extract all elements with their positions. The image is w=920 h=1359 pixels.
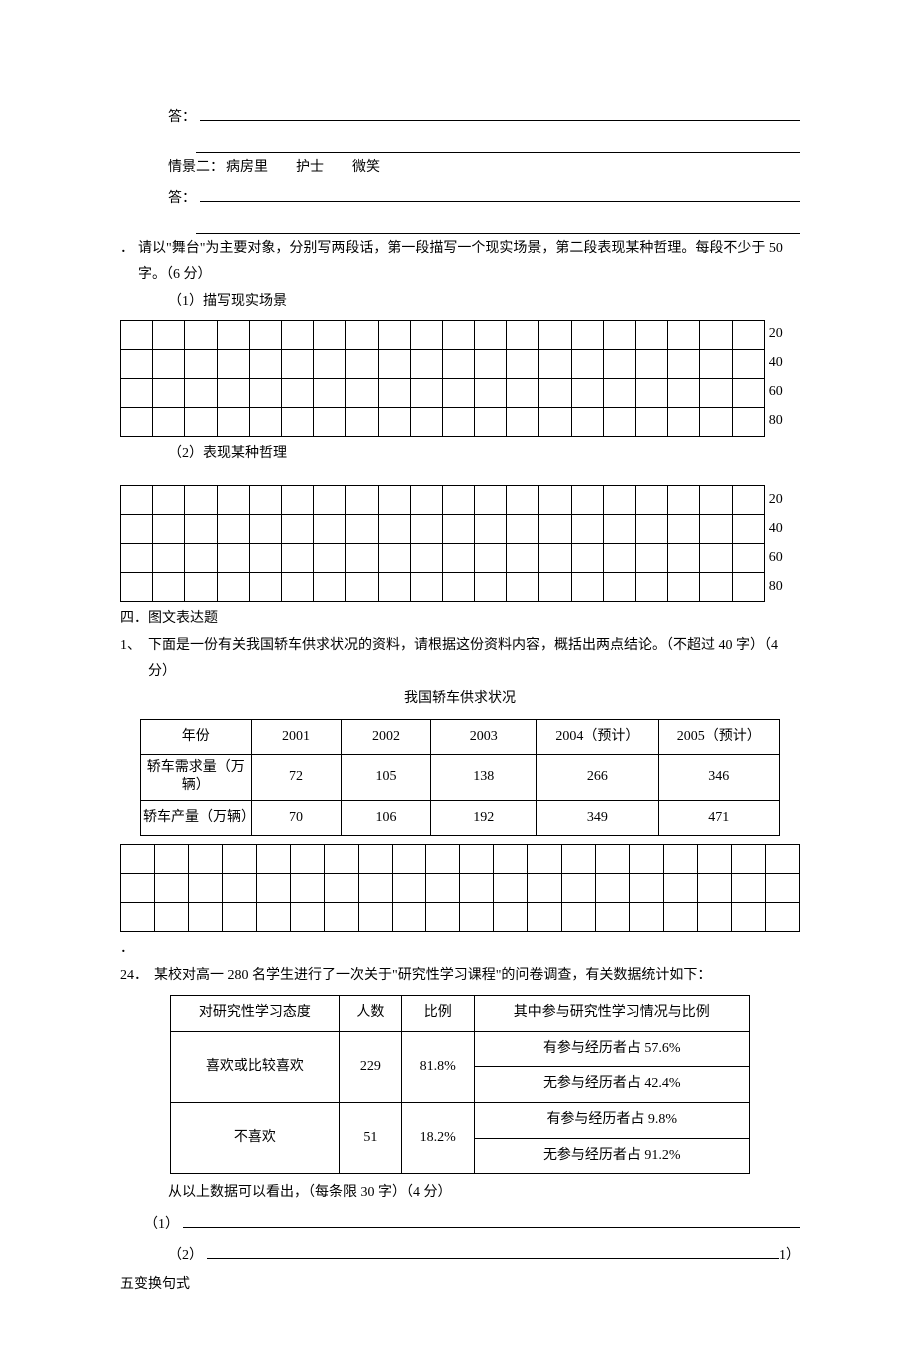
col: 2003 xyxy=(431,719,537,755)
answer-line-cont xyxy=(120,134,800,153)
row-count: 40 xyxy=(764,349,799,378)
answer-1-line: （1） xyxy=(120,1209,800,1239)
cell: 266 xyxy=(537,755,658,800)
row-count: 40 xyxy=(764,515,799,544)
question-marker: ． xyxy=(120,236,138,289)
scenario-line: 情景二： 病房里 护士 微笑 xyxy=(120,155,800,182)
car-supply-demand-table: 年份 2001 2002 2003 2004（预计） 2005（预计） 轿车需求… xyxy=(140,719,780,837)
cell: 有参与经历者占 57.6% xyxy=(474,1031,749,1067)
col: 人数 xyxy=(339,996,401,1032)
cell: 51 xyxy=(339,1103,401,1174)
col-year: 年份 xyxy=(141,719,252,755)
table-row: 喜欢或比较喜欢 229 81.8% 有参与经历者占 57.6% xyxy=(171,1031,750,1067)
cell: 不喜欢 xyxy=(171,1103,340,1174)
scenario-role: 护士 xyxy=(296,155,324,182)
table-row: 年份 2001 2002 2003 2004（预计） 2005（预计） xyxy=(141,719,780,755)
cell: 有参与经历者占 9.8% xyxy=(474,1103,749,1139)
blank-line[interactable] xyxy=(200,183,800,202)
row-count: 20 xyxy=(764,486,799,515)
cell: 106 xyxy=(341,800,431,836)
col: 2002 xyxy=(341,719,431,755)
blank-line[interactable] xyxy=(196,134,800,153)
cell: 192 xyxy=(431,800,537,836)
cell: 105 xyxy=(341,755,431,800)
table-row: 轿车需求量（万辆） 72 105 138 266 346 xyxy=(141,755,780,800)
cell: 无参与经历者占 91.2% xyxy=(474,1138,749,1174)
col: 其中参与研究性学习情况与比例 xyxy=(474,996,749,1032)
cell: 18.2% xyxy=(401,1103,474,1174)
row-label: 轿车产量（万辆） xyxy=(141,800,252,836)
subquestion-2: （2）表现某种哲理 xyxy=(120,441,800,468)
question-text: 请以"舞台"为主要对象，分别写两段话，第一段描写一个现实场景，第二段表现某种哲理… xyxy=(138,236,800,289)
answer-grid-40[interactable] xyxy=(120,844,800,932)
scenario-word: 微笑 xyxy=(352,155,380,182)
table-row: 对研究性学习态度 人数 比例 其中参与研究性学习情况与比例 xyxy=(171,996,750,1032)
answer-line: 答： xyxy=(120,102,800,132)
blank-line[interactable] xyxy=(183,1209,800,1228)
section-5-heading: 五变换句式 xyxy=(120,1272,800,1299)
cell: 346 xyxy=(658,755,779,800)
question-marker: 1、 xyxy=(120,633,148,686)
car-table-caption: 我国轿车供求状况 xyxy=(120,686,800,713)
q24-tail: 从以上数据可以看出，（每条限 30 字）（4 分） xyxy=(120,1180,800,1207)
answer-line: 答： xyxy=(120,183,800,213)
col: 2004（预计） xyxy=(537,719,658,755)
question-marker: 24． xyxy=(120,963,154,990)
table-row: 不喜欢 51 18.2% 有参与经历者占 9.8% xyxy=(171,1103,750,1139)
question-stage: ． 请以"舞台"为主要对象，分别写两段话，第一段描写一个现实场景，第二段表现某种… xyxy=(120,236,800,289)
writing-grid-1[interactable]: 20 40 60 80 xyxy=(120,320,800,437)
answer-label: 答： xyxy=(168,186,196,213)
col: 比例 xyxy=(401,996,474,1032)
cell: 无参与经历者占 42.4% xyxy=(474,1067,749,1103)
blank-line[interactable] xyxy=(200,102,800,121)
cell: 喜欢或比较喜欢 xyxy=(171,1031,340,1102)
answer-2-line: （2） 1） xyxy=(120,1240,800,1270)
answer-label: 答： xyxy=(168,105,196,132)
scenario-place: 病房里 xyxy=(226,155,268,182)
row-label: 轿车需求量（万辆） xyxy=(141,755,252,800)
row-count: 20 xyxy=(764,320,799,349)
survey-table: 对研究性学习态度 人数 比例 其中参与研究性学习情况与比例 喜欢或比较喜欢 22… xyxy=(170,995,750,1174)
scenario-prefix: 情景二： xyxy=(168,155,224,182)
cell: 471 xyxy=(658,800,779,836)
cell: 72 xyxy=(251,755,341,800)
answer-line-cont xyxy=(120,215,800,234)
blank-line[interactable] xyxy=(207,1240,779,1259)
cell: 229 xyxy=(339,1031,401,1102)
writing-grid-2[interactable]: 20 40 60 80 xyxy=(120,485,800,602)
cell: 349 xyxy=(537,800,658,836)
blank-line[interactable] xyxy=(196,215,800,234)
section-4-heading: 四．图文表达题 xyxy=(120,606,800,633)
col: 对研究性学习态度 xyxy=(171,996,340,1032)
row-count: 60 xyxy=(764,544,799,573)
answer-2-tail: 1） xyxy=(779,1243,800,1270)
row-count: 80 xyxy=(764,407,799,436)
cell: 70 xyxy=(251,800,341,836)
answer-2-label: （2） xyxy=(168,1243,203,1270)
question-text: 下面是一份有关我国轿车供求状况的资料，请根据这份资料内容，概括出两点结论。（不超… xyxy=(148,633,800,686)
question-text: 某校对高一 280 名学生进行了一次关于"研究性学习课程"的问卷调查，有关数据统… xyxy=(154,963,800,990)
col: 2001 xyxy=(251,719,341,755)
question-car: 1、 下面是一份有关我国轿车供求状况的资料，请根据这份资料内容，概括出两点结论。… xyxy=(120,633,800,686)
row-count: 80 xyxy=(764,573,799,602)
question-24: 24． 某校对高一 280 名学生进行了一次关于"研究性学习课程"的问卷调查，有… xyxy=(120,963,800,990)
table-row: 轿车产量（万辆） 70 106 192 349 471 xyxy=(141,800,780,836)
stray-dot: ． xyxy=(120,936,800,963)
subquestion-1: （1）描写现实场景 xyxy=(120,289,800,316)
cell: 81.8% xyxy=(401,1031,474,1102)
answer-1-label: （1） xyxy=(144,1212,179,1239)
cell: 138 xyxy=(431,755,537,800)
row-count: 60 xyxy=(764,378,799,407)
col: 2005（预计） xyxy=(658,719,779,755)
